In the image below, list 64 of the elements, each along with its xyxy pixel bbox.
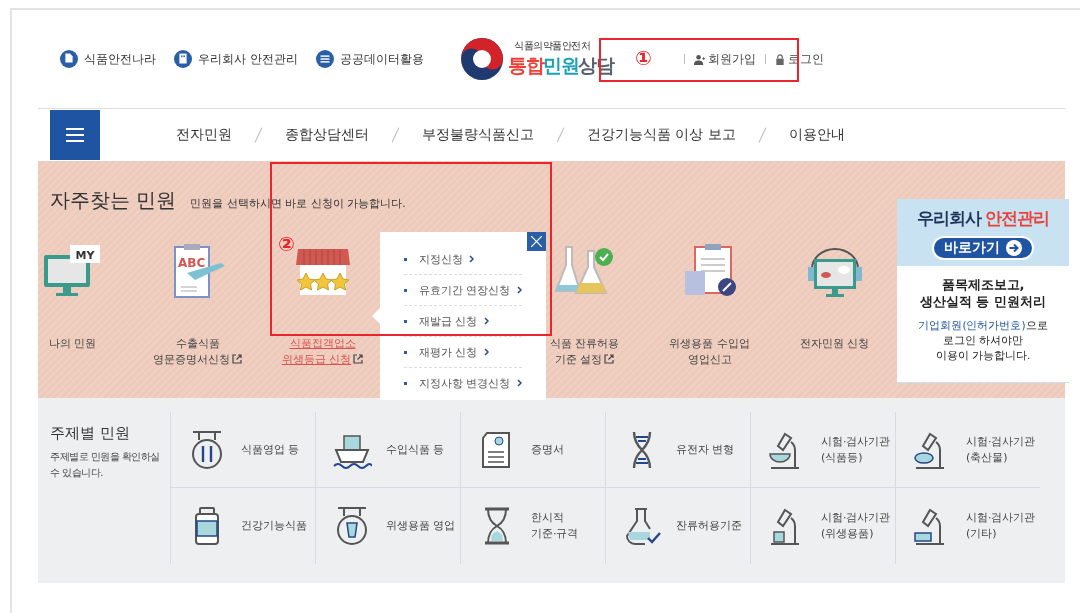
nav-item[interactable]: 전자민원: [150, 126, 258, 144]
service-link[interactable]: 위생용품 수입업 영업신고: [669, 336, 750, 368]
category-item[interactable]: 수입식품 등: [315, 412, 460, 488]
category-item[interactable]: 시험·검사기관 (축산물): [895, 412, 1040, 488]
nav-item[interactable]: 종합상담센터: [259, 126, 395, 144]
external-link-icon: [353, 354, 364, 364]
chevron-icon: [516, 286, 522, 294]
speech-bubble: MY: [69, 245, 100, 263]
chevron-icon: [469, 255, 474, 263]
category-item[interactable]: 유전자 변형: [605, 412, 750, 488]
person-icon: [694, 53, 705, 65]
external-link-icon: [232, 354, 242, 364]
nav-item[interactable]: 이용안내: [762, 126, 871, 144]
close-button[interactable]: [527, 232, 546, 251]
section-title: 주제별 민원: [50, 424, 131, 443]
arrow-icon: [1006, 240, 1022, 256]
category-item[interactable]: 증명서: [460, 412, 605, 488]
chevron-icon: [483, 348, 489, 356]
logo-emblem-icon: [460, 37, 504, 81]
service-link[interactable]: 전자민원 신청: [799, 336, 870, 352]
submenu-item[interactable]: 재발급 신청: [404, 306, 522, 337]
top-link[interactable]: 우리회사 안전관리: [174, 50, 298, 68]
building-icon: [174, 50, 192, 68]
clipboard-icon: [173, 244, 210, 298]
top-link[interactable]: 공공데이터활용: [315, 50, 424, 68]
promo-banner[interactable]: 우리회사 안전관리 바로가기 품목제조보고, 생산실적 등 민원처리 기업회원(인허가번호)으로 로그인 하셔야만 이용이 가능합니다.: [897, 199, 1069, 383]
banner-heading: 품목제조보고, 생산실적 등 민원처리: [919, 276, 1047, 310]
menu-button[interactable]: [50, 110, 100, 160]
category-item[interactable]: 시험·검사기관 (기타): [895, 488, 1040, 564]
section-description: 주제별로 민원을 확인하실 수 있습니다.: [50, 450, 161, 480]
abc-letters: ABC: [177, 256, 205, 270]
top-link[interactable]: 식품안전나라: [60, 50, 156, 68]
submenu-item[interactable]: 재평가 신청: [404, 337, 522, 368]
category-item[interactable]: 잔류허용기준: [605, 488, 750, 564]
category-item[interactable]: 한시적 기준·규격: [460, 488, 605, 564]
category-item[interactable]: 시험·검사기관 (식품등): [750, 412, 895, 488]
lock-icon: [775, 53, 785, 65]
service-link[interactable]: 나의 민원: [48, 336, 97, 352]
account-link[interactable]: 회원가입: [694, 51, 756, 67]
section-title: 자주찾는 민원: [50, 187, 177, 214]
category-item[interactable]: 시험·검사기관 (위생용품): [750, 488, 895, 564]
annotation-number: ①: [635, 46, 652, 70]
category-item[interactable]: 위생용품 영업: [315, 488, 460, 564]
close-icon: [531, 236, 542, 247]
chevron-icon: [483, 317, 489, 325]
annotation-number: ②: [278, 232, 295, 256]
external-link-icon: [604, 354, 615, 364]
submenu-item[interactable]: 지정신청: [404, 244, 522, 275]
shortcut-button[interactable]: 바로가기: [932, 236, 1034, 260]
menu-icon: [66, 128, 84, 142]
submenu-item[interactable]: 유효기간 연장신청: [404, 275, 522, 306]
banner-note: 기업회원(인허가번호)으로 로그인 하셔야만 이용이 가능합니다.: [918, 318, 1048, 363]
nav-item[interactable]: 건강기능식품 이상 보고: [561, 126, 762, 144]
nav-item[interactable]: 부정불량식품신고: [396, 126, 560, 144]
service-link[interactable]: 수출식품 영문증명서신청: [153, 336, 242, 368]
category-item[interactable]: 식품영업 등: [170, 412, 315, 488]
banner-title: 우리회사 안전관리: [916, 207, 1050, 230]
chevron-icon: [516, 379, 522, 387]
service-link[interactable]: 식품 잔류허용 기준 설정: [549, 336, 620, 368]
submenu-item[interactable]: 지정사항 변경신청: [404, 368, 522, 398]
agency-name: 식품의약품안전처: [514, 39, 590, 53]
category-item[interactable]: 건강기능식품: [170, 488, 315, 564]
document-icon: [60, 50, 78, 68]
list-icon: [315, 50, 334, 68]
